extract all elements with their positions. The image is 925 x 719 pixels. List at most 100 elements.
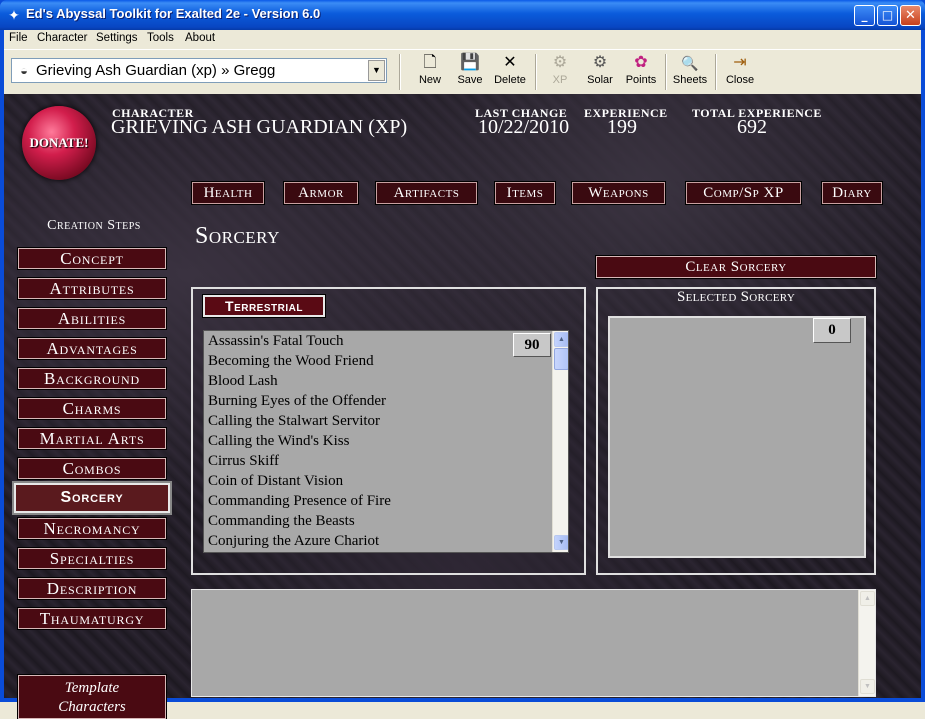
description-scrollbar[interactable]: ▲ ▼ <box>858 590 875 696</box>
tab-weapons[interactable]: Weapons <box>571 181 666 205</box>
tab-health[interactable]: Health <box>191 181 265 205</box>
spell-list[interactable]: Assassin's Fatal Touch Becoming the Wood… <box>203 330 569 553</box>
delete-x-icon: ✕ <box>503 54 517 71</box>
step-abilities[interactable]: Abilities <box>17 307 167 330</box>
chevron-down-icon[interactable]: ▼ <box>368 60 385 81</box>
close-button-label: Close <box>725 74 755 86</box>
step-necromancy[interactable]: Necromancy <box>17 517 167 540</box>
selected-cost-value: 0 <box>813 318 851 343</box>
step-specialties[interactable]: Specialties <box>17 547 167 570</box>
step-advantages[interactable]: Advantages <box>17 337 167 360</box>
donate-button[interactable]: DONATE! <box>22 106 96 180</box>
page-title: Sorcery <box>195 223 280 249</box>
step-combos[interactable]: Combos <box>17 457 167 480</box>
toolbar-separator <box>665 54 667 90</box>
toolbar: ◒ Grieving Ash Guardian (xp) » Gregg ▼ 🗋… <box>4 49 921 93</box>
step-attributes[interactable]: Attributes <box>17 277 167 300</box>
spell-list-scrollbar[interactable]: ▲ ▼ <box>552 331 568 552</box>
close-button[interactable]: ⇥ Close <box>722 53 758 93</box>
xp-button[interactable]: ⚙ XP <box>544 53 576 93</box>
spell-item[interactable]: Assassin's Fatal Touch <box>208 333 344 353</box>
scroll-down-icon[interactable]: ▼ <box>860 679 875 694</box>
sheets-icon: 🔍 <box>681 55 699 71</box>
spell-item[interactable]: Blood Lash <box>208 373 278 393</box>
new-file-icon: 🗋 <box>423 54 437 71</box>
selected-sorcery-list[interactable]: 0 <box>608 316 866 558</box>
solar-button[interactable]: ⚙ Solar <box>582 53 618 93</box>
step-martial-arts[interactable]: Martial Arts <box>17 427 167 450</box>
scroll-up-icon[interactable]: ▲ <box>554 332 568 347</box>
clear-sorcery-button[interactable]: Clear Sorcery <box>595 255 877 279</box>
toolbar-separator <box>535 54 537 90</box>
menu-settings[interactable]: Settings <box>96 32 138 44</box>
toolbar-separator <box>715 54 717 90</box>
step-description[interactable]: Description <box>17 577 167 600</box>
spell-item[interactable]: Becoming the Wood Friend <box>208 353 374 373</box>
points-button[interactable]: ✿ Points <box>621 53 661 93</box>
save-disk-icon: 💾 <box>460 54 480 71</box>
total-experience-value: 692 <box>737 116 767 138</box>
character-select[interactable]: ◒ Grieving Ash Guardian (xp) » Gregg ▼ <box>11 58 387 83</box>
app-icon: ✦ <box>8 7 20 23</box>
points-button-label: Points <box>625 74 657 86</box>
tab-diary[interactable]: Diary <box>821 181 883 205</box>
spell-item[interactable]: Cirrus Skiff <box>208 453 279 473</box>
sheets-button[interactable]: 🔍 Sheets <box>670 53 710 93</box>
step-background[interactable]: Background <box>17 367 167 390</box>
menu-character[interactable]: Character <box>37 32 88 44</box>
new-button-label: New <box>418 74 441 86</box>
donate-label: DONATE! <box>29 135 89 150</box>
window-title: Ed's Abyssal Toolkit for Exalted 2e - Ve… <box>26 6 321 21</box>
sheets-button-label: Sheets <box>672 74 708 86</box>
spell-item[interactable]: Coin of Distant Vision <box>208 473 343 493</box>
new-button[interactable]: 🗋 New <box>412 53 448 93</box>
character-icon: ◒ <box>20 63 28 78</box>
main-panel: DONATE! CHARACTER GRIEVING ASH GUARDIAN … <box>4 94 921 719</box>
last-change-value: 10/22/2010 <box>478 116 570 138</box>
step-sorcery[interactable]: Sorcery <box>12 481 172 515</box>
menu-tools[interactable]: Tools <box>147 32 174 44</box>
close-window-button[interactable]: ✕ <box>900 5 921 26</box>
solar-icon: ⚙ <box>592 54 608 71</box>
client-area: File Character Settings Tools About ◒ Gr… <box>4 30 921 719</box>
selected-sorcery-title: Selected Sorcery <box>676 289 796 305</box>
minimize-button[interactable]: _ <box>854 5 875 26</box>
close-door-icon: ⇥ <box>733 54 747 71</box>
spell-item[interactable]: Commanding the Beasts <box>208 513 355 533</box>
template-button-line-1: Template <box>64 680 120 696</box>
tab-items[interactable]: Items <box>494 181 556 205</box>
step-charms[interactable]: Charms <box>17 397 167 420</box>
menu-about[interactable]: About <box>185 32 215 44</box>
creation-steps-title: Creation Steps <box>47 218 141 233</box>
menu-bar: File Character Settings Tools About <box>4 30 921 49</box>
spell-description-box[interactable]: ▲ ▼ <box>191 589 876 697</box>
scroll-down-icon[interactable]: ▼ <box>554 535 568 550</box>
template-characters-button[interactable]: Template Characters <box>17 674 167 719</box>
step-thaumaturgy[interactable]: Thaumaturgy <box>17 607 167 630</box>
spell-item[interactable]: Burning Eyes of the Offender <box>208 393 386 413</box>
points-icon: ✿ <box>634 54 648 71</box>
application-window: ✦ Ed's Abyssal Toolkit for Exalted 2e - … <box>0 0 925 719</box>
maximize-button[interactable]: □ <box>877 5 898 26</box>
delete-button[interactable]: ✕ Delete <box>490 53 530 93</box>
scrollbar-thumb[interactable] <box>554 348 568 370</box>
template-button-line-2: Characters <box>58 699 126 715</box>
spell-item[interactable]: Conjuring the Azure Chariot <box>208 533 379 552</box>
spell-item[interactable]: Commanding Presence of Fire <box>208 493 391 513</box>
tab-artifacts[interactable]: Artifacts <box>375 181 478 205</box>
solar-button-label: Solar <box>587 74 613 86</box>
menu-file[interactable]: File <box>9 32 28 44</box>
scroll-up-icon[interactable]: ▲ <box>860 591 875 606</box>
character-select-value: Grieving Ash Guardian (xp) » Gregg <box>36 62 276 79</box>
step-concept[interactable]: Concept <box>17 247 167 270</box>
tab-comp-sp-xp[interactable]: Comp/Sp XP <box>685 181 802 205</box>
delete-button-label: Delete <box>494 74 526 86</box>
save-button[interactable]: 💾 Save <box>452 53 488 93</box>
terrestrial-circle-button[interactable]: Terrestrial <box>202 294 326 318</box>
tab-armor[interactable]: Armor <box>283 181 359 205</box>
experience-value: 199 <box>607 116 637 138</box>
spell-cost-value: 90 <box>513 333 551 357</box>
spell-item[interactable]: Calling the Stalwart Servitor <box>208 413 380 433</box>
spell-item[interactable]: Calling the Wind's Kiss <box>208 433 349 453</box>
title-bar[interactable]: ✦ Ed's Abyssal Toolkit for Exalted 2e - … <box>0 0 925 30</box>
